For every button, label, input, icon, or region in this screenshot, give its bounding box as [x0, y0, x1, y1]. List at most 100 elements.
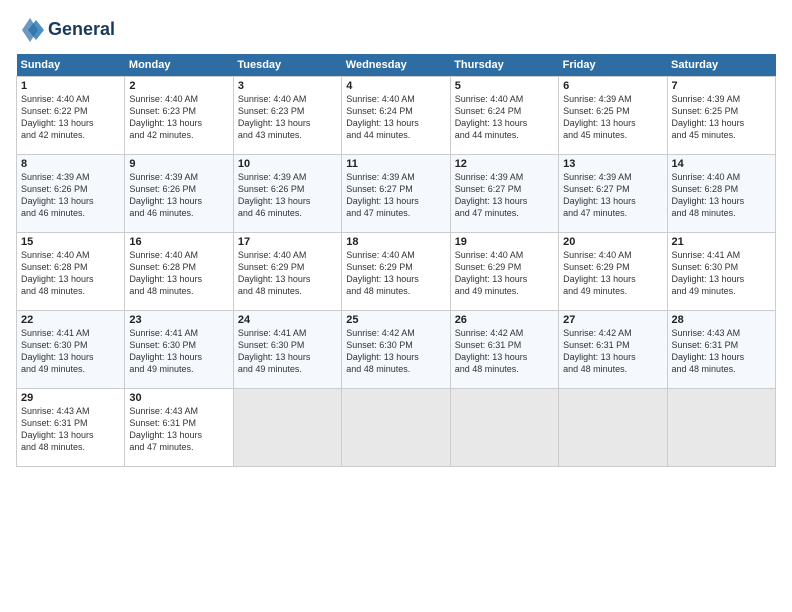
- day-info: Sunrise: 4:39 AMSunset: 6:26 PMDaylight:…: [21, 171, 120, 220]
- calendar-cell: [342, 389, 450, 467]
- day-number: 9: [129, 158, 228, 170]
- day-info: Sunrise: 4:41 AMSunset: 6:30 PMDaylight:…: [672, 249, 771, 298]
- day-number: 25: [346, 314, 445, 326]
- calendar-cell: 21Sunrise: 4:41 AMSunset: 6:30 PMDayligh…: [667, 233, 775, 311]
- day-number: 30: [129, 392, 228, 404]
- day-info: Sunrise: 4:39 AMSunset: 6:25 PMDaylight:…: [563, 93, 662, 142]
- calendar-week-3: 15Sunrise: 4:40 AMSunset: 6:28 PMDayligh…: [17, 233, 776, 311]
- day-info: Sunrise: 4:43 AMSunset: 6:31 PMDaylight:…: [129, 405, 228, 454]
- day-number: 7: [672, 80, 771, 92]
- calendar-cell: 19Sunrise: 4:40 AMSunset: 6:29 PMDayligh…: [450, 233, 558, 311]
- calendar-cell: 25Sunrise: 4:42 AMSunset: 6:30 PMDayligh…: [342, 311, 450, 389]
- day-number: 20: [563, 236, 662, 248]
- calendar-cell: 22Sunrise: 4:41 AMSunset: 6:30 PMDayligh…: [17, 311, 125, 389]
- day-info: Sunrise: 4:40 AMSunset: 6:29 PMDaylight:…: [346, 249, 445, 298]
- day-info: Sunrise: 4:40 AMSunset: 6:24 PMDaylight:…: [346, 93, 445, 142]
- weekday-header-monday: Monday: [125, 54, 233, 77]
- calendar-cell: 8Sunrise: 4:39 AMSunset: 6:26 PMDaylight…: [17, 155, 125, 233]
- calendar-cell: 7Sunrise: 4:39 AMSunset: 6:25 PMDaylight…: [667, 77, 775, 155]
- day-number: 5: [455, 80, 554, 92]
- day-info: Sunrise: 4:41 AMSunset: 6:30 PMDaylight:…: [238, 327, 337, 376]
- calendar-cell: [233, 389, 341, 467]
- day-number: 6: [563, 80, 662, 92]
- day-info: Sunrise: 4:39 AMSunset: 6:26 PMDaylight:…: [129, 171, 228, 220]
- header: General: [16, 16, 776, 44]
- day-number: 10: [238, 158, 337, 170]
- day-number: 14: [672, 158, 771, 170]
- day-info: Sunrise: 4:40 AMSunset: 6:22 PMDaylight:…: [21, 93, 120, 142]
- day-number: 26: [455, 314, 554, 326]
- calendar-cell: 9Sunrise: 4:39 AMSunset: 6:26 PMDaylight…: [125, 155, 233, 233]
- calendar-cell: 18Sunrise: 4:40 AMSunset: 6:29 PMDayligh…: [342, 233, 450, 311]
- calendar-week-4: 22Sunrise: 4:41 AMSunset: 6:30 PMDayligh…: [17, 311, 776, 389]
- day-number: 16: [129, 236, 228, 248]
- weekday-header-friday: Friday: [559, 54, 667, 77]
- calendar-cell: 4Sunrise: 4:40 AMSunset: 6:24 PMDaylight…: [342, 77, 450, 155]
- calendar-cell: [667, 389, 775, 467]
- calendar-cell: 13Sunrise: 4:39 AMSunset: 6:27 PMDayligh…: [559, 155, 667, 233]
- calendar-cell: 28Sunrise: 4:43 AMSunset: 6:31 PMDayligh…: [667, 311, 775, 389]
- calendar-cell: 1Sunrise: 4:40 AMSunset: 6:22 PMDaylight…: [17, 77, 125, 155]
- weekday-header-sunday: Sunday: [17, 54, 125, 77]
- day-number: 22: [21, 314, 120, 326]
- calendar-cell: 27Sunrise: 4:42 AMSunset: 6:31 PMDayligh…: [559, 311, 667, 389]
- day-info: Sunrise: 4:39 AMSunset: 6:27 PMDaylight:…: [563, 171, 662, 220]
- day-number: 15: [21, 236, 120, 248]
- day-info: Sunrise: 4:40 AMSunset: 6:23 PMDaylight:…: [129, 93, 228, 142]
- calendar-week-2: 8Sunrise: 4:39 AMSunset: 6:26 PMDaylight…: [17, 155, 776, 233]
- calendar-cell: 5Sunrise: 4:40 AMSunset: 6:24 PMDaylight…: [450, 77, 558, 155]
- day-info: Sunrise: 4:40 AMSunset: 6:28 PMDaylight:…: [21, 249, 120, 298]
- day-info: Sunrise: 4:39 AMSunset: 6:27 PMDaylight:…: [455, 171, 554, 220]
- calendar-cell: [450, 389, 558, 467]
- calendar-week-1: 1Sunrise: 4:40 AMSunset: 6:22 PMDaylight…: [17, 77, 776, 155]
- calendar-cell: 2Sunrise: 4:40 AMSunset: 6:23 PMDaylight…: [125, 77, 233, 155]
- day-number: 24: [238, 314, 337, 326]
- calendar-cell: 11Sunrise: 4:39 AMSunset: 6:27 PMDayligh…: [342, 155, 450, 233]
- weekday-header-thursday: Thursday: [450, 54, 558, 77]
- day-number: 27: [563, 314, 662, 326]
- weekday-header-wednesday: Wednesday: [342, 54, 450, 77]
- day-info: Sunrise: 4:40 AMSunset: 6:29 PMDaylight:…: [238, 249, 337, 298]
- day-info: Sunrise: 4:41 AMSunset: 6:30 PMDaylight:…: [21, 327, 120, 376]
- day-info: Sunrise: 4:40 AMSunset: 6:23 PMDaylight:…: [238, 93, 337, 142]
- day-info: Sunrise: 4:40 AMSunset: 6:29 PMDaylight:…: [455, 249, 554, 298]
- logo-icon: [16, 16, 44, 44]
- day-number: 23: [129, 314, 228, 326]
- calendar-cell: 16Sunrise: 4:40 AMSunset: 6:28 PMDayligh…: [125, 233, 233, 311]
- day-number: 18: [346, 236, 445, 248]
- day-number: 4: [346, 80, 445, 92]
- calendar-cell: 10Sunrise: 4:39 AMSunset: 6:26 PMDayligh…: [233, 155, 341, 233]
- day-number: 3: [238, 80, 337, 92]
- day-info: Sunrise: 4:41 AMSunset: 6:30 PMDaylight:…: [129, 327, 228, 376]
- day-info: Sunrise: 4:43 AMSunset: 6:31 PMDaylight:…: [672, 327, 771, 376]
- day-number: 29: [21, 392, 120, 404]
- day-info: Sunrise: 4:39 AMSunset: 6:27 PMDaylight:…: [346, 171, 445, 220]
- calendar-cell: 29Sunrise: 4:43 AMSunset: 6:31 PMDayligh…: [17, 389, 125, 467]
- day-info: Sunrise: 4:42 AMSunset: 6:31 PMDaylight:…: [455, 327, 554, 376]
- calendar-cell: 30Sunrise: 4:43 AMSunset: 6:31 PMDayligh…: [125, 389, 233, 467]
- day-number: 12: [455, 158, 554, 170]
- calendar-week-5: 29Sunrise: 4:43 AMSunset: 6:31 PMDayligh…: [17, 389, 776, 467]
- day-number: 1: [21, 80, 120, 92]
- day-number: 8: [21, 158, 120, 170]
- calendar-cell: 3Sunrise: 4:40 AMSunset: 6:23 PMDaylight…: [233, 77, 341, 155]
- calendar-cell: 12Sunrise: 4:39 AMSunset: 6:27 PMDayligh…: [450, 155, 558, 233]
- day-info: Sunrise: 4:40 AMSunset: 6:24 PMDaylight:…: [455, 93, 554, 142]
- day-number: 28: [672, 314, 771, 326]
- day-info: Sunrise: 4:42 AMSunset: 6:30 PMDaylight:…: [346, 327, 445, 376]
- day-info: Sunrise: 4:43 AMSunset: 6:31 PMDaylight:…: [21, 405, 120, 454]
- day-number: 21: [672, 236, 771, 248]
- calendar-cell: 14Sunrise: 4:40 AMSunset: 6:28 PMDayligh…: [667, 155, 775, 233]
- day-info: Sunrise: 4:39 AMSunset: 6:25 PMDaylight:…: [672, 93, 771, 142]
- calendar-cell: 17Sunrise: 4:40 AMSunset: 6:29 PMDayligh…: [233, 233, 341, 311]
- logo: General: [16, 16, 115, 44]
- calendar-cell: 24Sunrise: 4:41 AMSunset: 6:30 PMDayligh…: [233, 311, 341, 389]
- day-info: Sunrise: 4:40 AMSunset: 6:29 PMDaylight:…: [563, 249, 662, 298]
- calendar-cell: 20Sunrise: 4:40 AMSunset: 6:29 PMDayligh…: [559, 233, 667, 311]
- logo-text: General: [48, 20, 115, 40]
- weekday-header-tuesday: Tuesday: [233, 54, 341, 77]
- day-info: Sunrise: 4:40 AMSunset: 6:28 PMDaylight:…: [672, 171, 771, 220]
- calendar-cell: [559, 389, 667, 467]
- day-number: 13: [563, 158, 662, 170]
- day-number: 11: [346, 158, 445, 170]
